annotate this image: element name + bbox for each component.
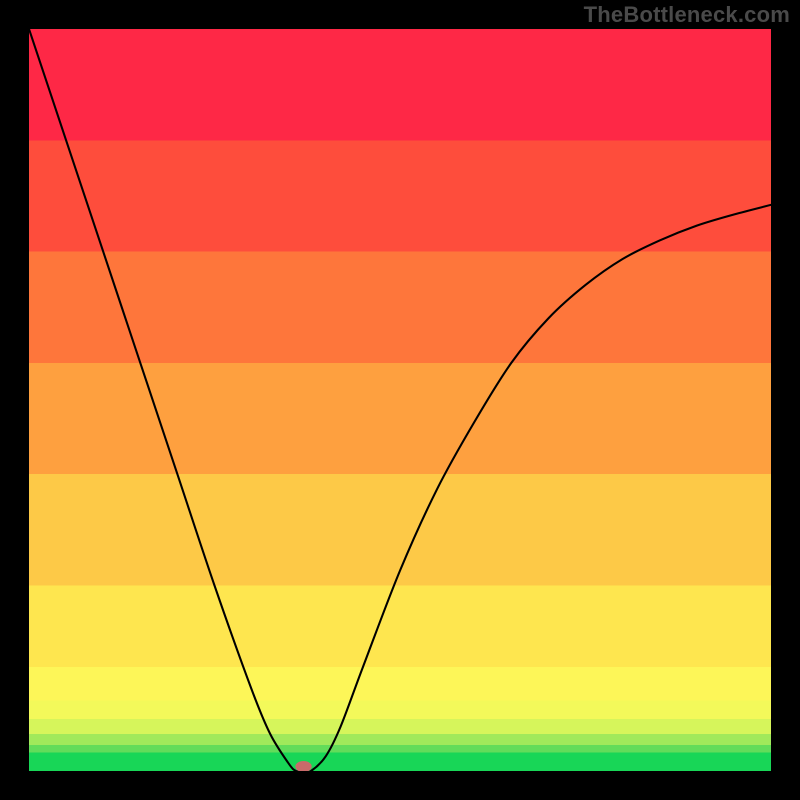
gradient-background [29,29,771,771]
watermark-text: TheBottleneck.com [584,2,790,28]
bottleneck-curve-chart [29,29,771,771]
chart-container: TheBottleneck.com [0,0,800,800]
